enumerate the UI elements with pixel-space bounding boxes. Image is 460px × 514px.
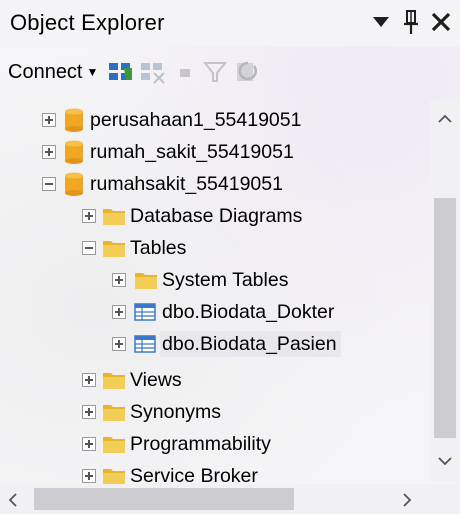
expand-icon[interactable] bbox=[112, 337, 126, 351]
tree-node-label: Programmability bbox=[130, 433, 271, 455]
refresh-icon[interactable] bbox=[234, 60, 260, 84]
expand-icon[interactable] bbox=[112, 305, 126, 319]
tree-node-label: Service Broker bbox=[130, 465, 258, 486]
tree-node-label: Database Diagrams bbox=[130, 205, 303, 227]
tree-node[interactable]: rumahsakit_55419051 bbox=[0, 168, 430, 200]
tree-node[interactable]: Tables bbox=[0, 232, 430, 264]
tree-node-label: Tables bbox=[130, 237, 187, 259]
folder-icon bbox=[103, 469, 125, 485]
database-icon bbox=[65, 140, 83, 164]
vertical-scroll-thumb[interactable] bbox=[434, 198, 456, 438]
connect-object-explorer-icon[interactable] bbox=[108, 60, 134, 84]
close-button[interactable] bbox=[428, 6, 454, 38]
panel-title: Object Explorer bbox=[10, 10, 165, 35]
database-icon bbox=[65, 108, 83, 132]
object-explorer-tree: perusahaan1_55419051 rumah_sakit_5541905… bbox=[0, 100, 430, 486]
folder-icon bbox=[135, 273, 157, 289]
scroll-down-icon[interactable] bbox=[438, 456, 452, 466]
scroll-right-icon[interactable] bbox=[402, 493, 412, 507]
tree-node[interactable]: Views bbox=[0, 364, 430, 396]
tree-node-label: perusahaan1_55419051 bbox=[90, 109, 302, 131]
panel-titlebar: Object Explorer bbox=[0, 0, 460, 46]
tree-node-label: System Tables bbox=[162, 269, 289, 291]
tree-node[interactable]: System Tables bbox=[0, 264, 430, 296]
pin-icon bbox=[404, 10, 418, 34]
tree-node-label: Synonyms bbox=[130, 401, 222, 423]
tree-node-label: rumah_sakit_55419051 bbox=[90, 141, 294, 163]
expand-icon[interactable] bbox=[42, 113, 56, 127]
auto-hide-pin-button[interactable] bbox=[400, 6, 422, 38]
expand-icon[interactable] bbox=[82, 469, 96, 483]
tree-node[interactable]: dbo.Biodata_Dokter bbox=[0, 296, 430, 328]
expand-icon[interactable] bbox=[82, 373, 96, 387]
folder-icon bbox=[103, 209, 125, 225]
filter-icon[interactable] bbox=[202, 60, 228, 84]
expand-icon[interactable] bbox=[82, 405, 96, 419]
tree-node-label: rumahsakit_55419051 bbox=[90, 173, 283, 195]
connect-button[interactable]: Connect ▼ bbox=[8, 58, 98, 86]
folder-icon bbox=[103, 437, 125, 453]
table-icon bbox=[134, 303, 156, 321]
table-icon bbox=[134, 335, 156, 353]
explorer-toolbar: Connect ▼ bbox=[0, 50, 460, 94]
tree-node[interactable]: Service Broker bbox=[0, 460, 430, 486]
horizontal-scroll-thumb[interactable] bbox=[34, 488, 294, 510]
folder-icon bbox=[103, 405, 125, 421]
tree-node[interactable]: Database Diagrams bbox=[0, 200, 430, 232]
collapse-icon[interactable] bbox=[82, 241, 96, 255]
collapse-icon[interactable] bbox=[42, 177, 56, 191]
folder-icon bbox=[103, 373, 125, 389]
tree-node-label: dbo.Biodata_Dokter bbox=[162, 301, 335, 323]
expand-icon[interactable] bbox=[112, 273, 126, 287]
expand-icon[interactable] bbox=[82, 437, 96, 451]
window-position-dropdown[interactable] bbox=[370, 6, 392, 38]
tree-node[interactable]: rumah_sakit_55419051 bbox=[0, 136, 430, 168]
database-icon bbox=[65, 172, 83, 196]
expand-icon[interactable] bbox=[82, 209, 96, 223]
tree-node-label: Views bbox=[130, 369, 182, 391]
disconnect-icon[interactable] bbox=[140, 60, 166, 84]
tree-node-label: dbo.Biodata_Pasien bbox=[160, 331, 341, 357]
triangle-down-icon bbox=[373, 17, 389, 27]
tree-node[interactable]: perusahaan1_55419051 bbox=[0, 104, 430, 136]
tree-node[interactable]: Synonyms bbox=[0, 396, 430, 428]
stop-icon[interactable] bbox=[172, 60, 198, 84]
vertical-scrollbar[interactable] bbox=[430, 100, 460, 482]
horizontal-scrollbar[interactable] bbox=[0, 484, 430, 514]
connect-label: Connect bbox=[8, 60, 83, 83]
chevron-down-icon: ▼ bbox=[86, 65, 99, 79]
scrollbar-corner bbox=[430, 484, 460, 514]
scroll-left-icon[interactable] bbox=[8, 493, 18, 507]
tree-node[interactable]: Programmability bbox=[0, 428, 430, 460]
folder-icon bbox=[103, 241, 125, 257]
scroll-up-icon[interactable] bbox=[438, 114, 452, 124]
tree-node[interactable]: dbo.Biodata_Pasien bbox=[0, 328, 430, 360]
close-icon bbox=[431, 12, 451, 32]
expand-icon[interactable] bbox=[42, 145, 56, 159]
